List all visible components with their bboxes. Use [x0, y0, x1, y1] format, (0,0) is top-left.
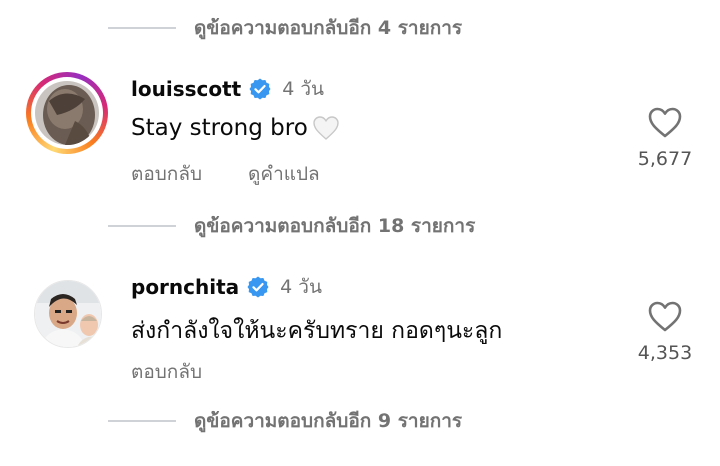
view-more-replies-label: ดูข้อความตอบกลับอีก 9 รายการ	[194, 410, 463, 432]
avatar-border	[31, 77, 103, 149]
comment-body: Stay strong bro	[131, 115, 308, 141]
like-count: 5,677	[637, 148, 693, 170]
comment-actions: ตอบกลับ ดูคำแปล	[131, 159, 366, 189]
view-more-replies-label: ดูข้อความตอบกลับอีก 18 รายการ	[194, 215, 476, 237]
see-translation-button[interactable]: ดูคำแปล	[248, 159, 320, 189]
reply-thread-divider	[108, 420, 176, 422]
comment-header: pornchita 4 วัน	[131, 272, 322, 302]
comment-body: ส่งกำลังใจให้นะครับทราย กอดๆนะลูก	[131, 318, 503, 344]
comment-actions: ตอบกลับ	[131, 357, 248, 387]
comment-header: louisscott 4 วัน	[131, 74, 324, 104]
reply-thread-divider	[108, 225, 176, 227]
reply-button[interactable]: ตอบกลับ	[131, 159, 202, 189]
view-more-replies-top[interactable]: ดูข้อความตอบกลับอีก 4 รายการ	[108, 13, 462, 43]
heart-outline-icon[interactable]	[647, 106, 683, 140]
username[interactable]: pornchita	[131, 275, 239, 299]
view-more-replies-middle[interactable]: ดูข้อความตอบกลับอีก 18 รายการ	[108, 211, 475, 241]
comment-text: ส่งกำลังใจให้นะครับทราย กอดๆนะลูก	[131, 313, 502, 349]
comment-time: 4 วัน	[282, 78, 325, 100]
verified-badge-icon	[246, 275, 270, 299]
verified-badge-icon	[248, 77, 272, 101]
reply-button[interactable]: ตอบกลับ	[131, 357, 202, 387]
white-heart-emoji-icon	[312, 115, 340, 141]
reply-thread-divider	[108, 27, 176, 29]
avatar[interactable]	[34, 280, 102, 348]
comment-time: 4 วัน	[280, 276, 322, 298]
comment-text: Stay strong bro	[131, 115, 340, 141]
like-count: 4,353	[637, 342, 693, 364]
username[interactable]: louisscott	[131, 77, 241, 101]
view-more-replies-label: ดูข้อความตอบกลับอีก 4 รายการ	[194, 17, 463, 39]
avatar-story-ring[interactable]	[26, 72, 108, 154]
avatar	[35, 81, 99, 145]
heart-outline-icon[interactable]	[647, 300, 683, 334]
view-more-replies-bottom[interactable]: ดูข้อความตอบกลับอีก 9 รายการ	[108, 406, 462, 436]
